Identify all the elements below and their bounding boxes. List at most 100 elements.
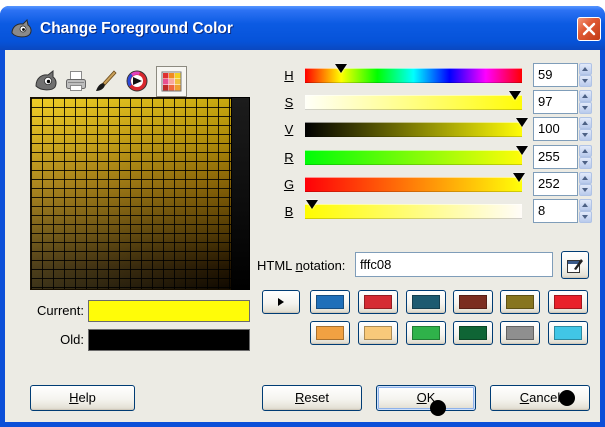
color-scales-grid[interactable] [30,97,232,290]
history-swatch-color [412,295,440,309]
brush-icon [96,70,117,91]
g-spinbox[interactable]: 252 [533,172,578,196]
history-swatch-color [364,326,392,340]
history-swatch[interactable] [310,321,350,345]
history-swatch-color [506,295,534,309]
current-label: Current: [37,303,84,318]
s-slider-marker[interactable] [509,91,522,100]
history-swatch[interactable] [453,321,493,345]
color-wheel-icon [126,70,148,92]
v-spin-down-button[interactable] [579,129,592,141]
history-swatch[interactable] [500,321,540,345]
history-swatch-color [364,295,392,309]
add-to-history-button[interactable] [262,290,300,314]
s-value[interactable]: 97 [534,91,577,113]
history-swatch-color [554,295,582,309]
tab-gimp-selector[interactable] [33,68,60,95]
history-swatch[interactable] [358,290,398,314]
cancel-button[interactable]: Cancel [490,385,590,411]
r-value[interactable]: 255 [534,146,577,168]
history-swatch[interactable] [500,290,540,314]
html-notation-input[interactable]: fffc08 [355,252,553,277]
arrow-right-icon [278,298,284,306]
r-spin-up-button[interactable] [579,145,592,157]
history-swatch-color [506,326,534,340]
ok-button-label: OK [416,390,436,405]
history-swatch-color [459,295,487,309]
h-slider-marker[interactable] [334,64,347,73]
reset-button-label: Reset [295,390,329,405]
history-swatch[interactable] [310,290,350,314]
b-spin-down-button[interactable] [579,211,592,223]
history-swatch[interactable] [406,321,446,345]
g-spin-up-button[interactable] [579,172,592,184]
g-slider[interactable] [305,173,526,192]
old-label: Old: [60,332,84,347]
history-swatch-color [316,295,344,309]
color-picker-button[interactable] [561,251,589,279]
v-slider-marker[interactable] [516,118,528,127]
g-label: G [283,177,295,192]
history-swatch[interactable] [548,321,588,345]
b-spinbox[interactable]: 8 [533,199,578,223]
r-slider[interactable] [305,146,528,165]
s-spin-up-button[interactable] [579,90,592,102]
old-color-swatch[interactable] [88,329,250,351]
history-swatch[interactable] [358,321,398,345]
v-slider[interactable] [305,118,528,137]
history-swatch-color [316,326,344,340]
h-value[interactable]: 59 [534,64,577,86]
h-spin-down-button[interactable] [579,75,592,87]
tab-wheel-selector[interactable] [124,68,151,95]
s-label: S [284,95,294,110]
r-spinbox[interactable]: 255 [533,145,578,169]
html-notation-label: HTML notation: [257,258,346,273]
g-slider-marker[interactable] [513,173,526,182]
wilber-icon [35,69,57,91]
close-button[interactable] [577,17,601,41]
printer-icon [66,71,86,91]
v-label: V [284,122,294,137]
gimp-wilber-icon [10,18,34,39]
cursor-marker [430,400,446,416]
r-slider-marker[interactable] [516,146,528,155]
reset-button[interactable]: Reset [262,385,362,411]
h-slider[interactable] [305,64,522,83]
history-swatch[interactable] [548,290,588,314]
g-value[interactable]: 252 [534,173,577,195]
b-slider[interactable] [305,200,522,219]
help-button[interactable]: Help [30,385,135,411]
b-spin-up-button[interactable] [579,199,592,211]
h-spinbox[interactable]: 59 [533,63,578,87]
b-slider-marker[interactable] [305,200,318,209]
value-strip[interactable] [231,97,250,290]
history-swatch-color [412,326,440,340]
h-spin-up-button[interactable] [579,63,592,75]
v-spinbox[interactable]: 100 [533,117,578,141]
tab-palette-selector[interactable] [156,66,187,97]
s-spin-down-button[interactable] [579,102,592,114]
g-spin-down-button[interactable] [579,184,592,196]
window-title: Change Foreground Color [40,20,233,37]
v-value[interactable]: 100 [534,118,577,140]
h-label: H [284,68,294,83]
tab-cmyk-selector[interactable] [63,68,90,95]
s-slider[interactable] [305,91,522,110]
history-swatch[interactable] [453,290,493,314]
s-spinbox[interactable]: 97 [533,90,578,114]
r-label: R [284,150,294,165]
ok-button[interactable]: OK [376,385,476,411]
close-icon [582,22,596,36]
history-swatch[interactable] [406,290,446,314]
color-picker-icon [567,259,583,273]
b-label: B [284,204,294,219]
r-spin-down-button[interactable] [579,157,592,169]
palette-icon [161,71,182,92]
v-spin-up-button[interactable] [579,117,592,129]
help-button-label: Help [69,390,96,405]
b-value[interactable]: 8 [534,200,577,222]
tab-watercolor-selector[interactable] [93,68,120,95]
history-swatch-color [554,326,582,340]
current-color-swatch [88,300,250,322]
cursor-marker [559,390,575,406]
